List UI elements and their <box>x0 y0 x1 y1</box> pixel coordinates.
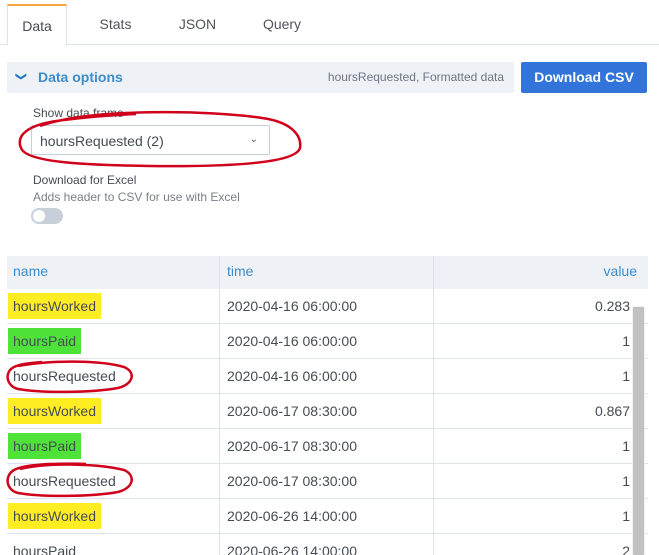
cell-name: hoursRequested <box>13 464 116 499</box>
data-table: name time value hoursWorked 2020-04-16 06… <box>7 256 648 555</box>
cell-name: hoursPaid <box>8 429 82 464</box>
cell-name-text: hoursPaid <box>8 328 82 354</box>
tab-stats[interactable]: Stats <box>88 4 143 45</box>
column-header-value[interactable]: value <box>604 256 637 289</box>
cell-value: 1 <box>622 438 630 454</box>
tab-bar: Data Stats JSON Query <box>0 0 659 46</box>
data-frame-select-value: hoursRequested (2) <box>40 133 164 149</box>
table-row: hoursWorked 2020-06-17 08:30:00 0.867 <box>7 394 648 429</box>
cell-name-text: hoursPaid <box>13 543 77 555</box>
cell-time: 2020-06-26 14:00:00 <box>227 508 357 524</box>
table-header: name time value <box>7 256 648 289</box>
data-options-title: Data options <box>38 69 123 85</box>
cell-time: 2020-04-16 06:00:00 <box>227 333 357 349</box>
cell-name-text: hoursPaid <box>8 433 82 459</box>
cell-name: hoursWorked <box>8 499 102 534</box>
cell-time: 2020-06-17 08:30:00 <box>227 438 357 454</box>
chevron-down-icon: ❯ <box>15 71 28 82</box>
cell-name-text: hoursRequested <box>13 368 116 384</box>
data-frame-select[interactable]: hoursRequested (2) ⌄ <box>31 125 270 155</box>
show-data-frame-label: Show data frame <box>33 106 124 120</box>
chevron-down-icon: ⌄ <box>249 134 258 145</box>
table-row: hoursPaid 2020-04-16 06:00:00 1 <box>7 324 648 359</box>
table-row: hoursWorked 2020-04-16 06:00:00 0.283 <box>7 289 648 324</box>
data-options-summary: hoursRequested, Formatted data <box>327 70 504 84</box>
cell-value: 1 <box>622 333 630 349</box>
cell-name-text: hoursWorked <box>8 398 102 424</box>
cell-time: 2020-04-16 06:00:00 <box>227 368 357 384</box>
scrollbar-thumb[interactable] <box>633 307 644 555</box>
download-csv-button[interactable]: Download CSV <box>521 62 647 93</box>
cell-name: hoursWorked <box>8 289 102 324</box>
cell-name: hoursWorked <box>8 394 102 429</box>
cell-name: hoursPaid <box>8 324 82 359</box>
table-row: hoursWorked 2020-06-26 14:00:00 1 <box>7 499 648 534</box>
column-header-time[interactable]: time <box>227 256 253 289</box>
table-row: hoursPaid 2020-06-26 14:00:00 2 <box>7 534 648 555</box>
column-header-name[interactable]: name <box>13 256 48 289</box>
tab-data[interactable]: Data <box>7 4 67 46</box>
cell-name-text: hoursRequested <box>13 473 116 489</box>
cell-name-text: hoursWorked <box>8 503 102 529</box>
cell-value: 1 <box>622 508 630 524</box>
cell-name: hoursRequested <box>13 359 116 394</box>
cell-value: 2 <box>622 543 630 555</box>
cell-time: 2020-06-17 08:30:00 <box>227 403 357 419</box>
excel-option-title: Download for Excel <box>33 173 137 187</box>
table-row: hoursRequested 2020-04-16 06:00:00 1 <box>7 359 648 394</box>
excel-option-description: Adds header to CSV for use with Excel <box>33 190 240 204</box>
cell-time: 2020-06-26 14:00:00 <box>227 543 357 555</box>
cell-value: 0.867 <box>594 403 630 419</box>
cell-name-text: hoursWorked <box>8 293 102 319</box>
table-row: hoursPaid 2020-06-17 08:30:00 1 <box>7 429 648 464</box>
cell-value: 0.283 <box>594 298 630 314</box>
data-options-header[interactable]: ❯ Data options hoursRequested, Formatted… <box>7 62 514 93</box>
cell-value: 1 <box>622 368 630 384</box>
cell-name: hoursPaid <box>13 534 76 555</box>
cell-time: 2020-06-17 08:30:00 <box>227 473 357 489</box>
toggle-knob <box>33 210 45 222</box>
cell-time: 2020-04-16 06:00:00 <box>227 298 357 314</box>
tab-query[interactable]: Query <box>253 4 311 45</box>
cell-value: 1 <box>622 473 630 489</box>
excel-toggle[interactable] <box>31 208 63 224</box>
tab-json[interactable]: JSON <box>170 4 225 45</box>
table-row: hoursRequested 2020-06-17 08:30:00 1 <box>7 464 648 499</box>
